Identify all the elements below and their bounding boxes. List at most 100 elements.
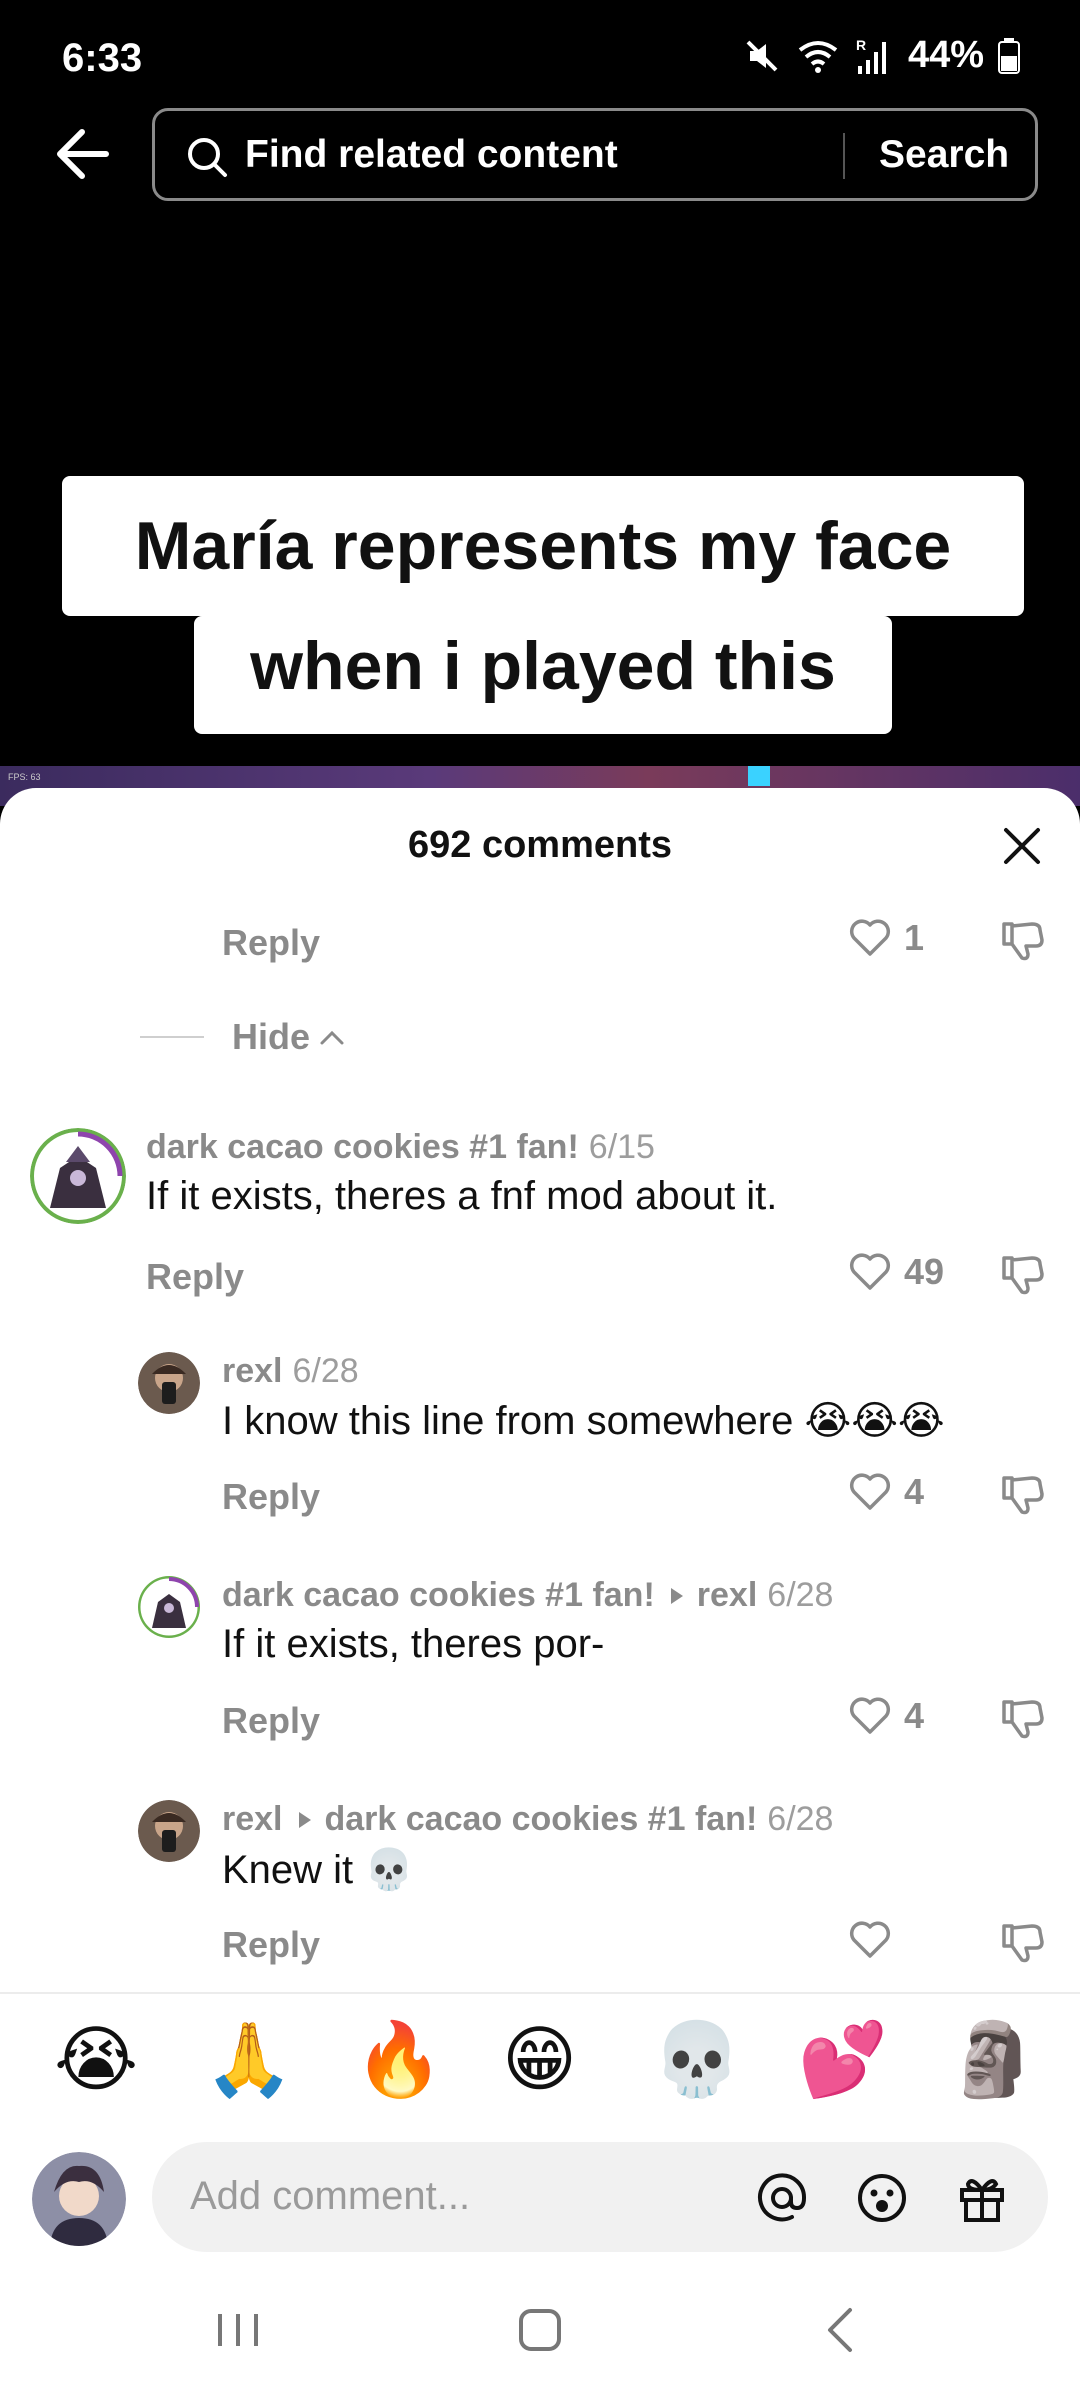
comment-author[interactable]: rexl xyxy=(222,1352,283,1390)
heart-icon xyxy=(849,1253,891,1290)
reply-to-author[interactable]: rexl xyxy=(697,1576,758,1614)
like-count: 4 xyxy=(904,1695,925,1736)
like-button[interactable]: 4 xyxy=(848,1470,924,1514)
nav-back-icon[interactable] xyxy=(812,2300,872,2360)
reply-button[interactable]: Reply xyxy=(146,1256,244,1298)
heart-icon xyxy=(849,1473,891,1510)
reply-item: rexl dark cacao cookies #1 fan! 6/28 Knew … xyxy=(0,1800,1080,2000)
quick-emoji-loudly-crying[interactable]: 😭 xyxy=(54,2024,138,2096)
quick-emoji-fire[interactable]: 🔥 xyxy=(354,2024,444,2096)
heart-icon xyxy=(849,1921,891,1958)
search-row: Find related content Search xyxy=(0,108,1080,203)
smiley-icon[interactable] xyxy=(854,2170,910,2226)
thumbs-down-icon[interactable] xyxy=(998,1470,1046,1518)
comment-body: If it exists, theres a fnf mod about it. xyxy=(146,1174,778,1218)
quick-emoji-moai[interactable]: 🗿 xyxy=(948,2024,1038,2096)
comment-author[interactable]: dark cacao cookies #1 fan! xyxy=(222,1576,655,1614)
search-icon xyxy=(188,138,227,177)
signal-icon: R xyxy=(856,37,886,74)
hide-label: Hide xyxy=(232,1016,311,1057)
comment-meta: rexl 6/28 xyxy=(222,1352,359,1391)
comment-date: 6/15 xyxy=(588,1128,655,1166)
status-icons: R 44% xyxy=(742,34,1020,77)
like-count: 49 xyxy=(904,1251,945,1292)
comments-count-title: 692 comments xyxy=(407,824,672,866)
like-button[interactable]: 4 xyxy=(848,1694,924,1738)
reply-button[interactable]: Reply xyxy=(222,1476,320,1518)
thumbs-down-icon[interactable] xyxy=(998,1250,1046,1298)
quick-emoji-bar: 😭 🙏 🔥 😁 💀 💕 🗿 xyxy=(0,1992,1080,2142)
reply-button[interactable]: Reply xyxy=(222,1924,320,1966)
heart-icon xyxy=(849,1697,891,1734)
comment-author[interactable]: dark cacao cookies #1 fan! xyxy=(146,1128,579,1166)
reply-to-arrow-icon xyxy=(298,1812,311,1828)
close-icon[interactable] xyxy=(1000,824,1044,868)
comment-date: 6/28 xyxy=(292,1352,359,1390)
comment-text: If it exists, theres a fnf mod about it. xyxy=(146,1174,777,1219)
comment-text: If it exists, theres por- xyxy=(222,1622,604,1667)
comment-date: 6/28 xyxy=(767,1576,834,1614)
quick-emoji-grinning[interactable]: 😁 xyxy=(502,2024,577,2096)
comments-header: 692 comments xyxy=(0,788,1080,898)
comment-text: I know this line from somewhere 😭😭😭 xyxy=(222,1398,945,1444)
avatar[interactable] xyxy=(138,1800,200,1862)
quick-emoji-two-hearts[interactable]: 💕 xyxy=(798,2024,888,2096)
comment-body: If it exists, theres por- xyxy=(222,1622,605,1666)
quick-emoji-folded-hands[interactable]: 🙏 xyxy=(204,2024,294,2096)
like-button[interactable] xyxy=(848,1918,904,1962)
avatar[interactable] xyxy=(30,1128,126,1224)
hide-replies-toggle[interactable]: Hide xyxy=(140,1016,346,1058)
heart-icon xyxy=(849,919,891,956)
hide-divider xyxy=(140,1036,204,1038)
gift-icon[interactable] xyxy=(954,2170,1010,2226)
comment-emoji: 😭😭😭 xyxy=(804,1399,945,1443)
thumbs-down-icon[interactable] xyxy=(998,1918,1046,1966)
recent-apps-icon[interactable] xyxy=(208,2300,268,2360)
my-avatar xyxy=(32,2152,126,2246)
add-comment-input[interactable]: Add comment... xyxy=(152,2142,1048,2252)
comment-meta: dark cacao cookies #1 fan! 6/15 xyxy=(146,1128,655,1167)
avatar[interactable] xyxy=(138,1576,200,1638)
comment-meta: dark cacao cookies #1 fan! rexl 6/28 xyxy=(222,1576,833,1615)
like-count: 1 xyxy=(904,917,925,958)
avatar[interactable] xyxy=(138,1352,200,1414)
at-icon[interactable] xyxy=(754,2170,810,2226)
system-nav-bar xyxy=(0,2252,1080,2400)
reply-button[interactable]: Reply xyxy=(222,1700,320,1742)
search-divider xyxy=(843,133,845,179)
battery-percent: 44% xyxy=(907,34,984,76)
battery-icon xyxy=(998,37,1020,74)
thumbs-down-icon[interactable] xyxy=(998,1694,1046,1742)
home-icon[interactable] xyxy=(510,2300,570,2360)
comment-date: 6/28 xyxy=(767,1800,834,1838)
chevron-up-icon xyxy=(320,1030,344,1045)
comment-body: I know this line from somewhere xyxy=(222,1399,794,1443)
wifi-icon xyxy=(798,40,838,73)
video-caption-line-1: María represents my face xyxy=(62,476,1024,616)
like-button[interactable]: 49 xyxy=(848,1250,944,1294)
comment-meta: rexl dark cacao cookies #1 fan! 6/28 xyxy=(222,1800,833,1839)
search-placeholder: Find related content xyxy=(245,133,618,176)
mute-icon xyxy=(746,40,778,71)
like-count: 4 xyxy=(904,1471,925,1512)
svg-text:R: R xyxy=(856,37,866,53)
back-arrow-icon[interactable] xyxy=(52,124,112,184)
video-area[interactable]: 6:33 R 44% Find related content Search M… xyxy=(0,0,1080,806)
reply-button[interactable]: Reply xyxy=(222,922,320,964)
comment-item: dark cacao cookies #1 fan! 6/15 If it exi… xyxy=(0,1128,1080,1328)
like-button[interactable]: 1 xyxy=(848,916,924,960)
comment-body: Knew it xyxy=(222,1848,354,1892)
search-button[interactable]: Search xyxy=(879,133,1009,177)
quick-emoji-skull[interactable]: 💀 xyxy=(652,2024,742,2096)
status-bar: 6:33 R 44% xyxy=(0,0,1080,110)
comment-text: Knew it 💀 xyxy=(222,1846,414,1893)
status-time: 6:33 xyxy=(62,36,143,80)
reply-item: rexl 6/28 I know this line from somewhere… xyxy=(0,1352,1080,1552)
add-comment-placeholder: Add comment... xyxy=(190,2174,471,2218)
comment-author[interactable]: rexl xyxy=(222,1800,283,1838)
comment-emoji: 💀 xyxy=(364,1848,415,1892)
thumbs-down-icon[interactable] xyxy=(998,916,1046,964)
reply-to-author[interactable]: dark cacao cookies #1 fan! xyxy=(325,1800,758,1838)
comment-input-row: Add comment... xyxy=(0,2142,1080,2252)
search-input[interactable]: Find related content Search xyxy=(152,108,1038,201)
